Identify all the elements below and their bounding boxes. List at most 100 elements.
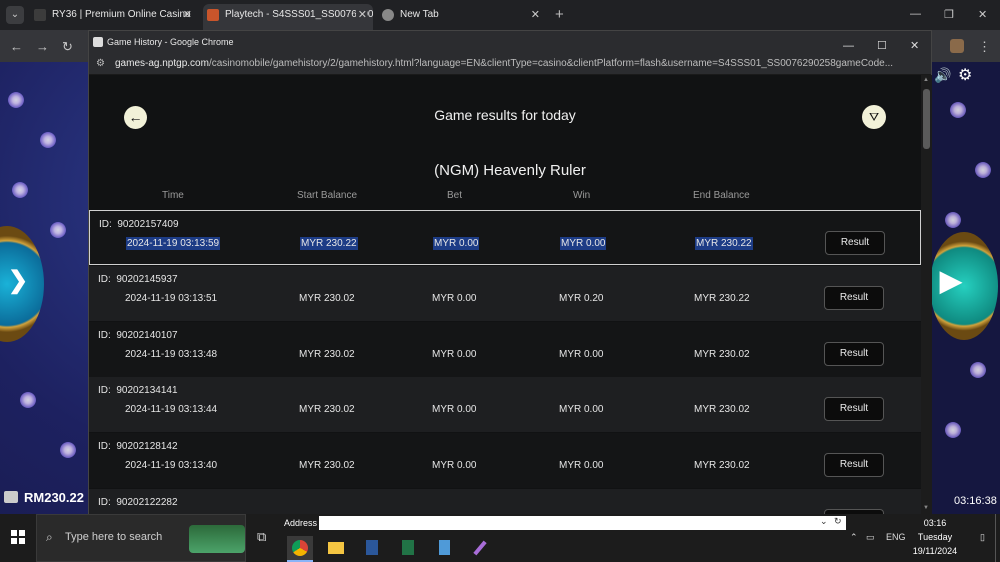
tab-search-icon[interactable]: ⌄	[6, 6, 24, 24]
tab-new-tab[interactable]: New Tab ✕	[378, 4, 546, 30]
table-row[interactable]: ID: 90202134141 2024-11-19 03:13:44 MYR …	[89, 377, 921, 432]
notification-icon[interactable]: ▯	[980, 532, 985, 543]
cell-win: MYR 0.00	[559, 349, 604, 360]
filter-button[interactable]: ⛛	[862, 105, 886, 129]
scrollbar[interactable]: ▲ ▼	[921, 75, 932, 515]
network-icon[interactable]: ▭	[866, 532, 875, 543]
taskbar-search[interactable]: ⌕ Type here to search	[36, 514, 246, 562]
filter-icon: ⛛	[868, 110, 880, 124]
flower-decoration	[60, 442, 76, 458]
popup-titlebar: Game History - Google Chrome — ☐ ✕	[89, 31, 931, 53]
close-tab-icon[interactable]: ✕	[355, 4, 367, 26]
refresh-icon[interactable]: ↻	[834, 516, 842, 527]
cell-bet: MYR 0.00	[432, 404, 477, 415]
chrome-favicon-icon	[382, 9, 394, 21]
scroll-thumb[interactable]	[923, 89, 930, 149]
column-header-end-balance: End Balance	[693, 190, 750, 201]
flower-decoration	[50, 222, 66, 238]
pen-app-icon[interactable]	[467, 536, 493, 562]
word-app-icon[interactable]	[359, 536, 385, 562]
flower-decoration	[12, 182, 28, 198]
cell-bet: MYR 0.00	[432, 293, 477, 304]
reload-icon[interactable]: ↻	[62, 39, 73, 55]
profile-avatar[interactable]	[950, 39, 964, 53]
cell-time: 2024-11-19 03:13:44	[125, 404, 218, 415]
flower-decoration	[945, 422, 961, 438]
cell-end-balance: MYR 230.22	[695, 237, 753, 250]
address-toolbar-label: Address	[284, 518, 318, 528]
result-button[interactable]: Result	[824, 397, 884, 421]
table-row[interactable]: ID: 90202122282 Result	[89, 489, 921, 515]
cell-end-balance: MYR 230.22	[694, 293, 750, 304]
result-button[interactable]: Result	[824, 453, 884, 477]
popup-url-bar[interactable]: ⚙ games-ag.nptgp.com/casinomobile/gamehi…	[89, 53, 931, 75]
table-row[interactable]: ID: 90202128142 2024-11-19 03:13:40 MYR …	[89, 433, 921, 488]
show-desktop-button[interactable]	[995, 514, 1000, 562]
flower-decoration	[975, 162, 991, 178]
cell-start-balance: MYR 230.02	[299, 404, 355, 415]
search-highlight-image	[189, 525, 245, 553]
game-history-popup: Game History - Google Chrome — ☐ ✕ ⚙ gam…	[88, 30, 932, 515]
column-header-win: Win	[573, 190, 591, 201]
excel-app-icon[interactable]	[395, 536, 421, 562]
taskbar-clock[interactable]: 03:16 Tuesday 19/11/2024	[900, 516, 970, 558]
windows-start-icon[interactable]	[11, 530, 25, 544]
task-view-icon[interactable]: ⧉	[257, 529, 266, 545]
speaker-icon[interactable]: 🔊	[934, 67, 951, 84]
site-info-icon[interactable]: ⚙	[96, 53, 105, 74]
result-button[interactable]: Result	[824, 342, 884, 366]
cell-win: MYR 0.00	[559, 404, 604, 415]
cell-start-balance: MYR 230.02	[299, 293, 355, 304]
chevron-up-icon[interactable]: ⌃	[850, 532, 858, 543]
scroll-down-icon[interactable]: ▼	[923, 505, 929, 511]
flower-decoration	[20, 392, 36, 408]
flower-decoration	[945, 212, 961, 228]
windows-taskbar: ⌕ Type here to search ⧉ Address ⌄ ↻ ⌃ ▭ …	[0, 514, 1000, 562]
cell-time: 2024-11-19 03:13:48	[125, 349, 218, 360]
cell-win: MYR 0.00	[560, 237, 607, 250]
table-row[interactable]: ID: 90202157409 2024-11-19 03:13:59 MYR …	[89, 210, 921, 265]
close-tab-icon[interactable]: ✕	[183, 4, 192, 26]
flower-decoration	[970, 362, 986, 378]
playtech-favicon-icon	[207, 9, 219, 21]
page-favicon-icon	[93, 37, 103, 47]
round-id: ID: 90202128142	[98, 441, 178, 452]
gear-icon[interactable]: ⚙	[958, 65, 972, 85]
cell-win: MYR 0.00	[559, 460, 604, 471]
flower-decoration	[8, 92, 24, 108]
column-header-start-balance: Start Balance	[297, 190, 358, 201]
table-row[interactable]: ID: 90202145937 2024-11-19 03:13:51 MYR …	[89, 266, 921, 321]
new-tab-plus-icon[interactable]: +	[555, 6, 564, 23]
cell-start-balance: MYR 230.02	[299, 349, 355, 360]
file-explorer-icon[interactable]	[323, 536, 349, 562]
back-nav-icon[interactable]: ←	[10, 39, 23, 54]
window-close-icon[interactable]: ✕	[978, 8, 987, 21]
scroll-up-icon[interactable]: ▲	[923, 77, 929, 83]
chevron-down-icon[interactable]: ⌄	[820, 516, 828, 527]
tab-playtech[interactable]: Playtech - S4SSS01_SS0076290 ✕	[203, 4, 373, 30]
page-title: Game results for today	[434, 107, 576, 123]
round-id: ID: 90202145937	[98, 274, 178, 285]
game-next-button[interactable]: ▶	[930, 232, 998, 340]
table-row[interactable]: ID: 90202140107 2024-11-19 03:13:48 MYR …	[89, 322, 921, 377]
cell-time: 2024-11-19 03:13:40	[125, 460, 218, 471]
forward-nav-icon[interactable]: →	[36, 39, 49, 54]
round-id: ID: 90202140107	[98, 330, 178, 341]
search-icon: ⌕	[46, 530, 53, 544]
cell-start-balance: MYR 230.22	[300, 237, 358, 250]
round-id: ID: 90202134141	[98, 385, 178, 396]
column-header-time: Time	[162, 190, 184, 201]
result-button[interactable]: Result	[825, 231, 885, 255]
chrome-app-icon[interactable]	[287, 536, 313, 562]
restore-icon[interactable]: ❐	[944, 8, 954, 21]
address-toolbar-input[interactable]	[319, 516, 846, 530]
calculator-app-icon[interactable]	[431, 536, 457, 562]
cell-time: 2024-11-19 03:13:51	[125, 293, 218, 304]
menu-dots-icon[interactable]: ⋮	[978, 39, 991, 55]
round-id: ID: 90202157409	[99, 219, 179, 230]
tab-ry36[interactable]: RY36 | Premium Online Casino ✕	[30, 4, 198, 30]
minimize-icon[interactable]: —	[910, 8, 921, 20]
result-button[interactable]: Result	[824, 286, 884, 310]
column-header-bet: Bet	[447, 190, 463, 201]
close-tab-icon[interactable]: ✕	[531, 4, 540, 26]
